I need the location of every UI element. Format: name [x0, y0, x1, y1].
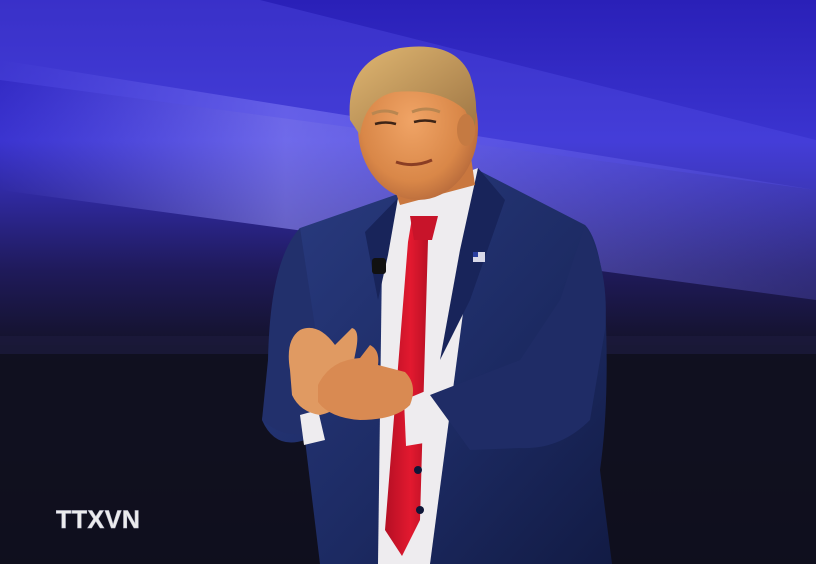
- ear: [457, 114, 475, 146]
- photo-scene: [0, 0, 816, 564]
- lapel-microphone: [372, 258, 386, 274]
- ttxvn-watermark-logo: TTXVN: [56, 504, 168, 534]
- watermark-text: TTXVN: [56, 506, 140, 534]
- press-photo: TTXVN: [0, 0, 816, 564]
